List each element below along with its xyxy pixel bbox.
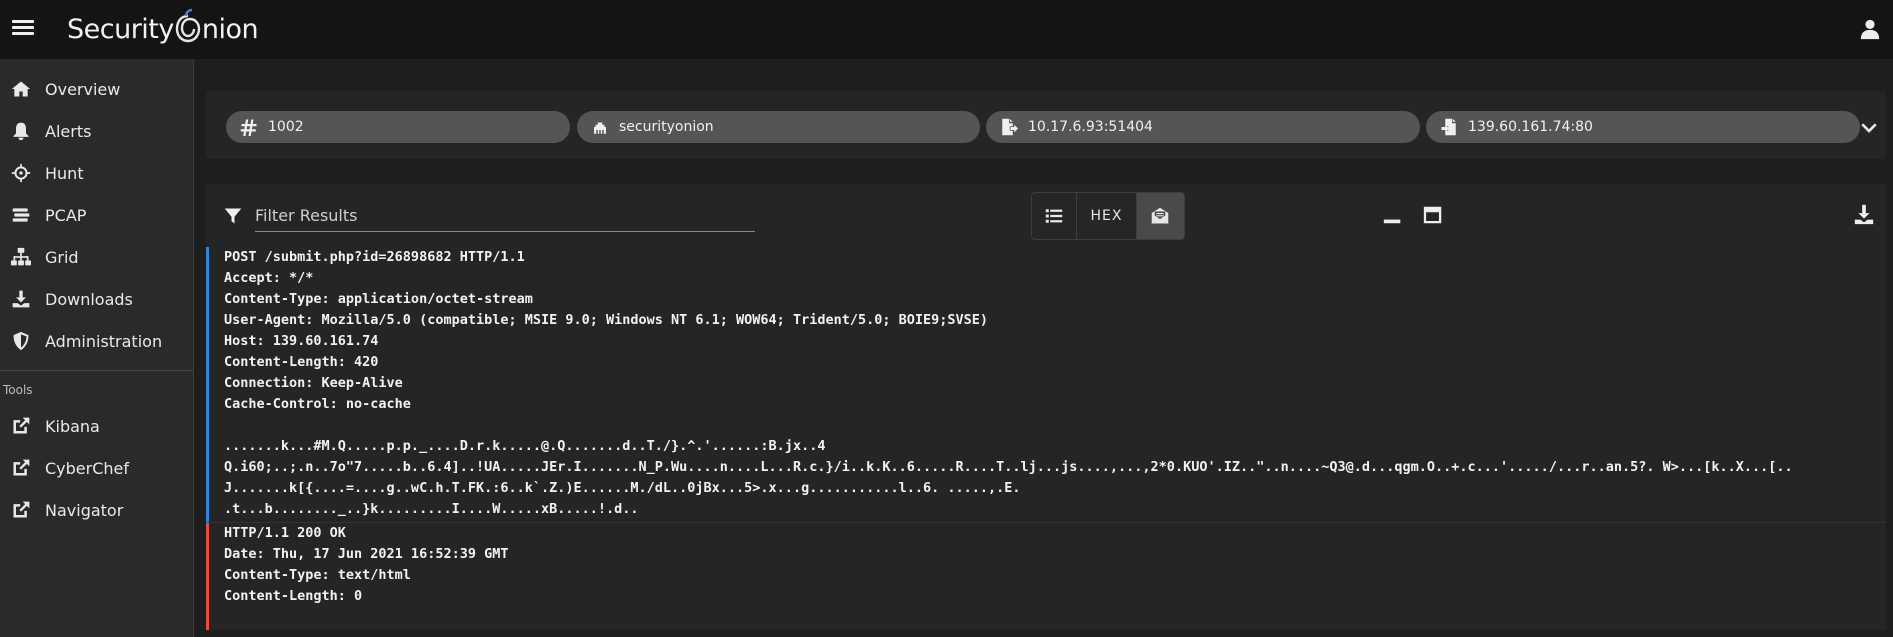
request-header-line: Cache-Control: no-cache [224,396,411,412]
hex-view-button[interactable]: HEX [1077,193,1137,239]
tools-section-label: Tools [3,383,33,397]
hamburger-menu-icon[interactable] [12,17,34,39]
top-app-bar: Security nion [0,0,1893,59]
sidebar-item-kibana[interactable]: Kibana [0,405,193,447]
ethernet-icon [594,122,606,134]
hex-view-label: HEX [1090,208,1123,224]
network-icon [11,247,31,266]
stream-icon [12,208,30,222]
sidebar-item-label: Alerts [45,121,92,141]
main-content: 1002 securityonion 10.17.6.93:51404 139.… [195,59,1893,637]
external-link-icon [13,501,30,518]
sidebar-item-label: Administration [45,331,163,351]
source-address-value: 10.17.6.93:51404 [1028,119,1153,135]
sidebar-item-cyberchef[interactable]: CyberChef [0,447,193,489]
hashtag-icon [240,119,257,136]
request-header-line: Accept: */* [224,270,314,286]
sidebar-item-label: Grid [45,247,79,267]
connection-id-value: 1002 [268,119,304,135]
request-header-line: POST /submit.php?id=26898682 HTTP/1.1 [224,249,525,265]
external-link-icon [13,459,30,476]
sidebar-item-overview[interactable]: Overview [0,68,193,110]
request-header-line: Content-Length: 420 [224,354,379,370]
file-import-icon [1441,118,1456,136]
sidebar-item-grid[interactable]: Grid [0,236,193,278]
onion-swirl-icon [175,8,201,51]
transcript-panel: HEX POST /submit.php?id=26898682 HTTP/1.… [206,184,1886,630]
request-header-line: Content-Type: application/octet-stream [224,291,533,307]
sidebar-item-label: Navigator [45,500,124,520]
view-mode-toggle: HEX [1031,192,1185,240]
sensor-name-value: securityonion [619,119,714,135]
sidebar-item-pcap[interactable]: PCAP [0,194,193,236]
brand-text-right: nion [201,13,259,45]
request-header-line: User-Agent: Mozilla/5.0 (compatible; MSI… [224,312,989,328]
brand-text-left: Security [67,13,174,45]
destination-address-value: 139.60.161.74:80 [1468,119,1593,135]
shield-icon [13,331,29,351]
download-icon [12,290,30,308]
filter-icon [224,206,242,226]
sidebar-item-alerts[interactable]: Alerts [0,110,193,152]
envelope-open-text-icon [1152,207,1169,224]
request-stream: POST /submit.php?id=26898682 HTTP/1.1 Ac… [206,247,1886,523]
request-body-line: .t...b........_..}k.........I....W.....x… [224,501,639,517]
list-view-button[interactable] [1032,193,1078,239]
response-stream: HTTP/1.1 200 OK Date: Thu, 17 Jun 2021 1… [206,523,1886,630]
filter-results-input[interactable] [255,200,755,232]
sidebar-item-downloads[interactable]: Downloads [0,278,193,320]
sidebar-item-label: CyberChef [45,458,130,478]
brand-logo: Security nion [67,8,259,51]
request-header-line: Host: 139.60.161.74 [224,333,379,349]
chevron-down-icon[interactable] [1860,119,1878,137]
response-header-line: Date: Thu, 17 Jun 2021 16:52:39 GMT [224,546,509,562]
sidebar-item-label: Kibana [45,416,100,436]
sidebar-item-label: PCAP [45,205,87,225]
sidebar-item-label: Overview [45,79,121,99]
transcript-view-button[interactable] [1136,193,1184,239]
request-body-line: Q.i60;..;.n..7o"7.....b..6.4]..!UA.....J… [224,459,1793,475]
sensor-chip[interactable]: securityonion [577,111,980,143]
request-body-line: .......k...#M.Q.....p.p._....D.r.k.....@… [224,438,826,454]
sidebar-item-label: Hunt [45,163,84,183]
response-header-line: Content-Type: text/html [224,567,411,583]
response-header-line: Content-Length: 0 [224,588,363,604]
sidebar-item-navigator[interactable]: Navigator [0,489,193,531]
download-transcript-icon[interactable] [1853,204,1875,226]
sidebar-nav: Overview Alerts Hunt PCAP Grid Downloads… [0,59,194,637]
source-address-chip[interactable]: 10.17.6.93:51404 [986,111,1420,143]
external-link-icon [13,417,30,434]
sidebar-item-hunt[interactable]: Hunt [0,152,193,194]
response-header-line: HTTP/1.1 200 OK [224,525,346,541]
sidebar-item-administration[interactable]: Administration [0,320,193,362]
crosshairs-icon [11,163,31,183]
destination-address-chip[interactable]: 139.60.161.74:80 [1426,111,1860,143]
file-export-icon [1002,118,1018,136]
home-icon [11,81,31,97]
transcript-toolbar: HEX [206,184,1886,247]
connection-summary-panel: 1002 securityonion 10.17.6.93:51404 139.… [206,91,1886,159]
blank-line [224,415,1886,436]
user-account-icon[interactable] [1859,17,1881,41]
request-body-line: J.......k[{....=....g..wC.h.T.FK.:6..k`.… [224,480,1021,496]
window-maximize-icon[interactable] [1422,204,1444,226]
request-header-line: Connection: Keep-Alive [224,375,403,391]
minimize-icon[interactable] [1382,204,1404,226]
bell-icon [13,122,29,141]
connection-id-chip[interactable]: 1002 [226,111,570,143]
sidebar-item-label: Downloads [45,289,133,309]
list-icon [1045,209,1063,223]
